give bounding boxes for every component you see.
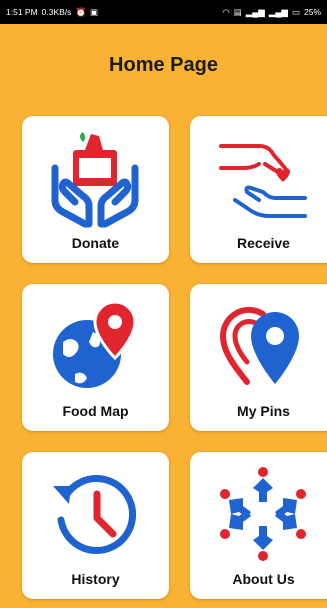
page-title: Home Page: [109, 54, 218, 76]
about-us-card[interactable]: About Us: [190, 452, 327, 599]
history-icon: [53, 475, 137, 554]
food-map-icon: [53, 300, 137, 388]
battery-icon: ▭: [291, 6, 300, 17]
donate-label: Donate: [71, 235, 120, 251]
status-time: 1:51 PM: [6, 7, 38, 17]
battery-level: 25%: [303, 7, 321, 17]
signal-icon-2: ▂▄▆: [268, 6, 288, 17]
notification-icon: ▣: [90, 6, 99, 17]
receive-card[interactable]: Receive: [190, 116, 327, 263]
history-card[interactable]: History: [22, 452, 169, 599]
my-pins-label: My Pins: [237, 403, 290, 419]
wifi-icon: ◠: [222, 6, 230, 17]
my-pins-card[interactable]: My Pins: [190, 284, 327, 431]
receive-icon: [219, 144, 307, 218]
history-label: History: [71, 571, 120, 587]
signal-icon: ▂▄▆: [245, 6, 265, 17]
donate-card[interactable]: Donate: [22, 116, 169, 263]
receive-label: Receive: [237, 235, 290, 251]
about-us-label: About Us: [232, 571, 295, 587]
food-map-label: Food Map: [62, 403, 129, 419]
status-data-rate: 0.3KB/s: [41, 7, 72, 17]
alarm-icon: ⏰: [75, 6, 87, 17]
about-us-icon: [220, 467, 306, 561]
food-map-card[interactable]: Food Map: [22, 284, 169, 431]
donate-icon: [51, 132, 139, 228]
sim-icon: ▤: [233, 6, 242, 17]
status-bar: 1:51 PM 0.3KB/s ⏰ ▣ ◠ ▤ ▂▄▆ ▂▄▆ ▭ 25%: [0, 0, 327, 24]
my-pins-icon: [219, 306, 299, 385]
